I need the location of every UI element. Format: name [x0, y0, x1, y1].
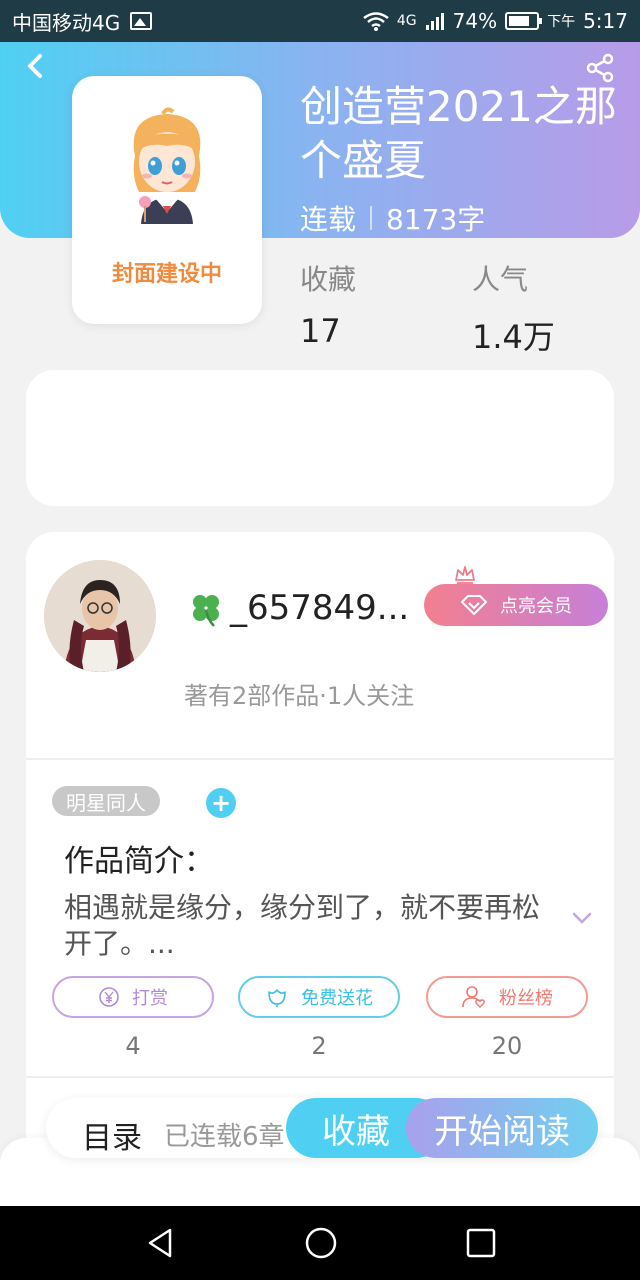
- favorites-label: 收藏: [300, 263, 357, 296]
- clover-icon: [193, 595, 219, 627]
- clock: 5:17: [583, 9, 628, 33]
- cover-illustration: [133, 107, 201, 224]
- fans-icon: [462, 986, 485, 1008]
- reward-label: 打赏: [132, 988, 168, 1009]
- diamond-icon: [461, 595, 487, 615]
- popularity-label: 人气: [472, 263, 529, 296]
- favorites-count: 17: [300, 312, 341, 350]
- fans-ranking-label: 粉丝榜: [499, 988, 553, 1009]
- fans-ranking-button[interactable]: 粉丝榜: [426, 976, 588, 1018]
- status-bar: 中国移动4G 4G 74% 下午 5:17: [0, 0, 640, 42]
- nav-home-icon[interactable]: [304, 1226, 338, 1260]
- vip-button[interactable]: 点亮会员: [424, 584, 608, 626]
- chapter-status[interactable]: 已连载6章: [164, 1116, 292, 1153]
- favorite-button-label: 收藏: [322, 1111, 390, 1152]
- blank-card: [26, 370, 614, 506]
- fans-count: 20: [491, 1032, 523, 1060]
- book-title: 创造营2021之那个盛夏: [300, 82, 617, 185]
- book-cover[interactable]: 封面建设中: [72, 76, 262, 324]
- intro-heading: 作品简介：: [64, 844, 214, 879]
- book-status: 连载: [300, 203, 357, 236]
- time-prefix: 下午: [547, 14, 576, 30]
- category-tag[interactable]: 明星同人: [52, 786, 160, 816]
- start-reading-label: 开始阅读: [434, 1111, 570, 1152]
- nav-recent-apps-icon[interactable]: [464, 1226, 498, 1260]
- add-tag-button[interactable]: +: [206, 788, 236, 818]
- intro-text: 相遇就是缘分，缘分到了，就不要再松开了。...: [64, 891, 541, 960]
- table-of-contents-button[interactable]: 目录: [82, 1113, 142, 1157]
- battery-icon: [505, 12, 543, 30]
- gallery-icon: [130, 12, 153, 30]
- carrier-label: 中国移动4G: [12, 10, 121, 35]
- cover-placeholder-text: 封面建设中: [111, 262, 222, 287]
- author-summary: 著有2部作品·1人关注: [184, 682, 415, 710]
- nav-back-icon[interactable]: [144, 1226, 178, 1260]
- reward-count: 4: [125, 1032, 141, 1060]
- author-avatar[interactable]: [44, 560, 156, 672]
- battery-percent: 74%: [452, 9, 498, 33]
- start-reading-button[interactable]: 开始阅读: [406, 1098, 598, 1158]
- popularity-count: 1.4万: [472, 318, 555, 356]
- flower-count: 2: [311, 1032, 327, 1060]
- yen-icon: [99, 987, 119, 1007]
- chevron-down-icon[interactable]: [570, 906, 594, 930]
- divider: [26, 758, 614, 760]
- book-meta: 连载 8173字: [300, 198, 485, 238]
- signal-icon: [425, 13, 444, 30]
- meta-divider: [370, 206, 373, 230]
- send-flower-label: 免费送花: [301, 988, 373, 1009]
- system-nav-bar: [0, 1206, 640, 1280]
- send-flower-button[interactable]: 免费送花: [238, 976, 400, 1018]
- wifi-icon: [363, 12, 389, 31]
- crown-icon: [455, 566, 475, 584]
- network-type: 4G: [396, 13, 417, 29]
- author-name-text: _657849...: [230, 588, 410, 628]
- divider: [26, 1076, 614, 1078]
- word-count: 8173字: [386, 203, 486, 236]
- back-icon[interactable]: [22, 52, 50, 80]
- reward-button[interactable]: 打赏: [52, 976, 214, 1018]
- vip-label: 点亮会员: [500, 596, 572, 617]
- flower-icon: [268, 989, 286, 1007]
- author-name[interactable]: _657849...: [186, 588, 409, 628]
- avatar-image: [44, 560, 156, 672]
